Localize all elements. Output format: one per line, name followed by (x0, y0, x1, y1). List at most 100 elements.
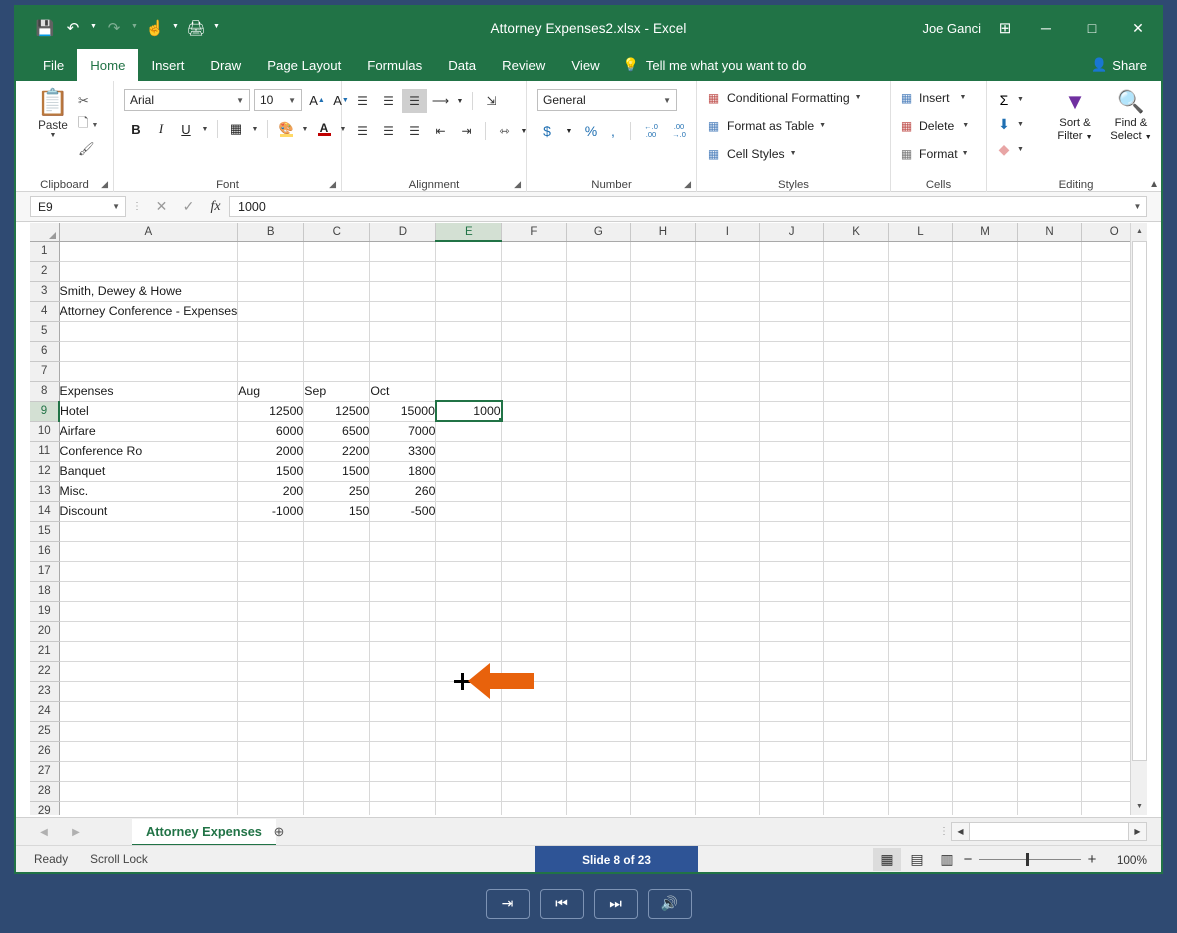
cell-L13[interactable] (888, 481, 952, 501)
row-header-23[interactable]: 23 (30, 681, 59, 701)
cell-G28[interactable] (566, 781, 631, 801)
cell-N20[interactable] (1017, 621, 1082, 641)
cell-J23[interactable] (759, 681, 823, 701)
cell-D8[interactable]: Oct (370, 381, 436, 401)
cell-G16[interactable] (566, 541, 631, 561)
cell-K7[interactable] (824, 361, 888, 381)
cell-L22[interactable] (888, 661, 952, 681)
cell-A17[interactable] (59, 561, 238, 581)
cell-N28[interactable] (1017, 781, 1082, 801)
comma-style-icon[interactable]: , (603, 119, 623, 143)
cell-B23[interactable] (238, 681, 304, 701)
cell-A25[interactable] (59, 721, 238, 741)
cell-J5[interactable] (759, 321, 823, 341)
copy-button[interactable]: 🗋▼ (78, 113, 112, 137)
cell-C21[interactable] (304, 641, 370, 661)
cell-M23[interactable] (953, 681, 1018, 701)
cell-C24[interactable] (304, 701, 370, 721)
cell-J6[interactable] (759, 341, 823, 361)
cell-C7[interactable] (304, 361, 370, 381)
cell-D14[interactable]: -500 (370, 501, 436, 521)
cell-C6[interactable] (304, 341, 370, 361)
cell-B10[interactable]: 6000 (238, 421, 304, 441)
cell-N10[interactable] (1017, 421, 1082, 441)
cell-A28[interactable] (59, 781, 238, 801)
cell-I29[interactable] (695, 801, 759, 815)
cell-E14[interactable] (436, 501, 502, 521)
cell-E8[interactable] (436, 381, 502, 401)
cell-L1[interactable] (888, 241, 952, 261)
cell-F4[interactable] (502, 301, 566, 321)
cell-J18[interactable] (759, 581, 823, 601)
cell-I22[interactable] (695, 661, 759, 681)
cell-G29[interactable] (566, 801, 631, 815)
cell-A18[interactable] (59, 581, 238, 601)
cell-J12[interactable] (759, 461, 823, 481)
format-painter-button[interactable]: 🖌 (78, 137, 112, 161)
cell-K8[interactable] (824, 381, 888, 401)
cell-K28[interactable] (824, 781, 888, 801)
cell-K20[interactable] (824, 621, 888, 641)
cell-K4[interactable] (824, 301, 888, 321)
cell-C16[interactable] (304, 541, 370, 561)
column-header-B[interactable]: B (238, 223, 304, 241)
font-size-input[interactable]: 10 ▼ (254, 89, 302, 111)
cell-N5[interactable] (1017, 321, 1082, 341)
cell-A27[interactable] (59, 761, 238, 781)
row-header-10[interactable]: 10 (30, 421, 59, 441)
format-cells-button[interactable]: ▦ Format ▼ (898, 146, 969, 161)
cell-M25[interactable] (953, 721, 1018, 741)
cell-styles-button[interactable]: ▦ Cell Styles ▼ (705, 146, 797, 161)
cell-B21[interactable] (238, 641, 304, 661)
cell-I21[interactable] (695, 641, 759, 661)
cell-H7[interactable] (631, 361, 696, 381)
cell-A21[interactable] (59, 641, 238, 661)
cell-N11[interactable] (1017, 441, 1082, 461)
cell-L12[interactable] (888, 461, 952, 481)
cell-A10[interactable]: Airfare (59, 421, 238, 441)
column-header-L[interactable]: L (888, 223, 952, 241)
italic-button[interactable]: I (149, 117, 173, 141)
sort-filter-button[interactable]: ▼ Sort & Filter ▼ (1047, 87, 1103, 144)
orientation-dropdown-icon[interactable]: ▼ (454, 89, 466, 113)
cell-M14[interactable] (953, 501, 1018, 521)
cell-G26[interactable] (566, 741, 631, 761)
cell-N15[interactable] (1017, 521, 1082, 541)
cell-J19[interactable] (759, 601, 823, 621)
cell-C8[interactable]: Sep (304, 381, 370, 401)
row-header-26[interactable]: 26 (30, 741, 59, 761)
cell-A16[interactable] (59, 541, 238, 561)
cell-M20[interactable] (953, 621, 1018, 641)
cell-A24[interactable] (59, 701, 238, 721)
format-cells-dropdown-icon[interactable]: ▼ (962, 150, 969, 157)
cell-B3[interactable] (238, 281, 304, 301)
cell-I2[interactable] (695, 261, 759, 281)
cell-K27[interactable] (824, 761, 888, 781)
cell-I3[interactable] (695, 281, 759, 301)
cell-K23[interactable] (824, 681, 888, 701)
cell-K3[interactable] (824, 281, 888, 301)
increase-decimal-icon[interactable]: ←.0.00 (638, 119, 664, 143)
cell-E24[interactable] (436, 701, 502, 721)
audio-button[interactable]: 🔊 (648, 889, 692, 919)
cell-J20[interactable] (759, 621, 823, 641)
row-header-5[interactable]: 5 (30, 321, 59, 341)
row-header-1[interactable]: 1 (30, 241, 59, 261)
row-header-21[interactable]: 21 (30, 641, 59, 661)
cell-G17[interactable] (566, 561, 631, 581)
cell-F11[interactable] (502, 441, 566, 461)
cell-B8[interactable]: Aug (238, 381, 304, 401)
cell-K22[interactable] (824, 661, 888, 681)
cell-F7[interactable] (502, 361, 566, 381)
cell-L16[interactable] (888, 541, 952, 561)
cell-G24[interactable] (566, 701, 631, 721)
cell-J13[interactable] (759, 481, 823, 501)
cell-I6[interactable] (695, 341, 759, 361)
cell-H24[interactable] (631, 701, 696, 721)
number-dialog-launcher[interactable]: ◢ (684, 179, 691, 190)
cell-H28[interactable] (631, 781, 696, 801)
cell-D15[interactable] (370, 521, 436, 541)
tab-page-layout[interactable]: Page Layout (254, 49, 354, 81)
cell-J29[interactable] (759, 801, 823, 815)
cell-H4[interactable] (631, 301, 696, 321)
